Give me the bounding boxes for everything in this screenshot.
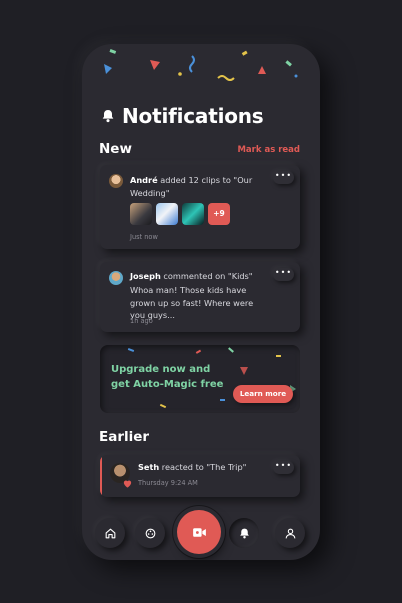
phone-screen: Notifications New Mark as read André add… (82, 44, 320, 560)
bell-icon (239, 528, 249, 539)
comment-text: Whoa man! Those kids have grown up so fa… (130, 285, 254, 320)
video-camera-icon (192, 527, 206, 537)
learn-more-button[interactable]: Learn more (233, 385, 293, 403)
clip-thumbnail[interactable] (130, 203, 152, 225)
user-icon (285, 528, 295, 538)
unread-indicator (100, 455, 102, 497)
notification-text: Joseph commented on "Kids" (130, 270, 270, 283)
notification-action: reacted to "The Trip" (159, 462, 247, 472)
avatar (109, 174, 123, 188)
notification-user: André (130, 175, 158, 185)
notification-user: Joseph (130, 271, 161, 281)
heart-icon (123, 480, 132, 488)
notification-time: Thursday 9:24 AM (138, 479, 198, 487)
notification-card[interactable]: Seth reacted to "The Trip" Thursday 9:24… (100, 455, 300, 497)
home-icon (105, 528, 115, 538)
notification-card[interactable]: André added 12 clips to "Our Wedding" ••… (100, 165, 300, 249)
notification-time: Just now (130, 233, 158, 241)
page-header: Notifications (100, 104, 264, 128)
nav-home-button[interactable] (95, 518, 125, 548)
confetti-decoration (104, 49, 298, 81)
nav-profile-button[interactable] (275, 518, 305, 548)
notification-card[interactable]: Joseph commented on "Kids" ••• Whoa man!… (100, 262, 300, 332)
avatar (109, 271, 123, 285)
nav-clips-button[interactable] (135, 518, 165, 548)
more-options-button[interactable]: ••• (273, 268, 294, 281)
notification-user: Seth (138, 462, 160, 472)
nav-notifications-button[interactable] (229, 518, 259, 548)
film-reel-icon (145, 528, 155, 538)
notification-text: Seth reacted to "The Trip" (138, 461, 268, 474)
more-clips-badge[interactable]: +9 (208, 203, 230, 225)
clip-thumbnail[interactable] (182, 203, 204, 225)
page-title: Notifications (122, 104, 264, 128)
more-options-button[interactable]: ••• (273, 171, 294, 184)
notification-time: 1h ago (130, 317, 153, 325)
more-options-button[interactable]: ••• (273, 461, 294, 474)
promo-text: Upgrade now and get Auto-Magic free (111, 364, 224, 390)
bell-icon (102, 110, 114, 123)
record-video-button[interactable] (177, 510, 221, 554)
section-title-new: New (99, 141, 132, 157)
notification-action: commented on "Kids" (160, 271, 253, 281)
bottom-navigation (82, 510, 320, 560)
clip-thumbnail[interactable] (156, 203, 178, 225)
clip-thumbnails: +9 (130, 203, 230, 225)
notification-text: André added 12 clips to "Our Wedding" (130, 174, 270, 199)
mark-as-read-link[interactable]: Mark as read (237, 145, 300, 155)
section-title-earlier: Earlier (99, 429, 150, 445)
upgrade-promo-banner: Upgrade now and get Auto-Magic free Lear… (100, 345, 300, 413)
